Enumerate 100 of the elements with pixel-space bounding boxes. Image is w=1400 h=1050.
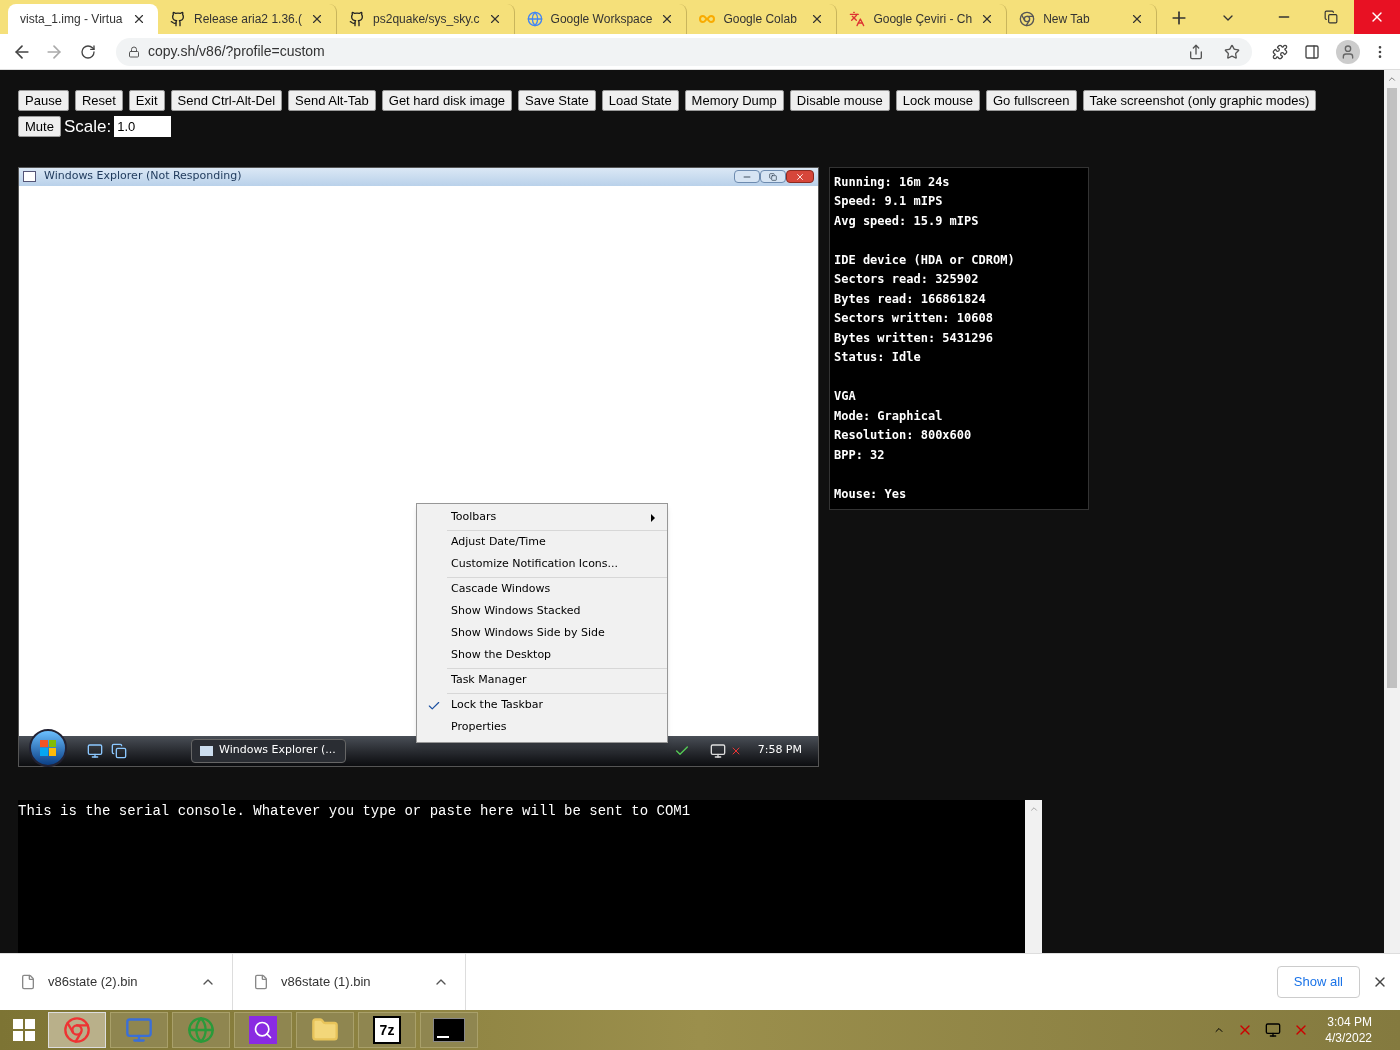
taskbar-app[interactable]: 7z xyxy=(358,1012,416,1048)
file-name: v86state (2).bin xyxy=(48,973,139,992)
menu-item-label: Cascade Windows xyxy=(451,581,552,598)
tab-title: Google Workspace xyxy=(550,11,653,28)
reload-icon[interactable] xyxy=(80,43,96,60)
restore-icon[interactable] xyxy=(1324,10,1338,24)
toolbar-button[interactable]: Load State xyxy=(601,90,679,111)
page-scrollbar[interactable] xyxy=(1384,70,1400,953)
desktop-icon[interactable] xyxy=(87,742,103,759)
stat-line: Mode: Graphical xyxy=(834,407,944,425)
file-icon xyxy=(20,974,36,990)
browser-tab[interactable]: vista_1.img - Virtua xyxy=(8,4,158,34)
toolbar-button[interactable]: Disable mouse xyxy=(789,90,890,111)
console-scrollbar[interactable] xyxy=(1025,799,1042,953)
toolbar-button[interactable]: Lock mouse xyxy=(895,90,980,111)
toolbar-button[interactable]: Send Ctrl-Alt-Del xyxy=(170,90,283,111)
menu-item[interactable]: Lock the Taskbar xyxy=(417,694,667,717)
toolbar-button[interactable]: Pause xyxy=(18,90,69,111)
menu-item[interactable]: Show Windows Stacked xyxy=(417,600,667,623)
toolbar-button[interactable]: Reset xyxy=(74,90,123,111)
serial-console[interactable]: This is the serial console. Whatever you type or paste here will be sent to COM1 xyxy=(18,799,1042,953)
minimize-button[interactable] xyxy=(734,170,760,183)
address-bar[interactable]: copy.sh/v86/?profile=custom xyxy=(116,37,1252,66)
switch-windows-icon[interactable] xyxy=(111,742,127,759)
archive-logo: 7z xyxy=(373,1016,401,1044)
tab-title: Release aria2 1.36.( xyxy=(194,11,303,28)
taskbar-app[interactable] xyxy=(420,1012,478,1048)
scale-input[interactable]: 1.0 xyxy=(114,116,172,138)
lock-icon[interactable] xyxy=(128,45,140,58)
share-icon[interactable] xyxy=(1188,43,1204,60)
stat-line: Bytes read: 166861824 xyxy=(834,290,987,308)
tab-title: Google Çeviri - Ch xyxy=(873,11,973,28)
window-title: Windows Explorer (Not Responding) xyxy=(44,168,242,185)
stat-line: Running: 16m 24s xyxy=(834,173,951,191)
magnifier-icon xyxy=(249,1016,277,1044)
bookmark-star-icon[interactable] xyxy=(1224,43,1240,60)
stat-line: BPP: 32 xyxy=(834,446,886,464)
menu-item-label: Lock the Taskbar xyxy=(451,697,545,714)
file-name: v86state (1).bin xyxy=(281,973,372,992)
menu-item[interactable]: Show the Desktop xyxy=(417,644,667,667)
toolbar-button[interactable]: Mute xyxy=(18,116,61,138)
translate-icon xyxy=(849,11,866,27)
start-orb[interactable] xyxy=(29,728,67,767)
toolbar-button[interactable]: Send Alt-Tab xyxy=(288,90,376,111)
menu-item-label: Show Windows Stacked xyxy=(451,603,582,620)
stat-line: Speed: 9.1 mIPS xyxy=(834,193,944,210)
computer-icon xyxy=(125,1016,153,1044)
menu-item[interactable]: Toolbars xyxy=(417,506,667,529)
scrollbar-thumb[interactable] xyxy=(1387,88,1397,688)
window-icon xyxy=(23,171,36,182)
menu-item-label: Customize Notification Icons... xyxy=(451,556,620,573)
menu-item-label: Show Windows Side by Side xyxy=(451,625,606,642)
extensions-icon[interactable] xyxy=(1272,43,1288,60)
close-icon xyxy=(795,171,805,182)
tab-title: ps2quake/sys_sky.c xyxy=(373,11,480,28)
menu-item[interactable]: Show Windows Side by Side xyxy=(417,622,667,645)
tab-title: vista_1.img - Virtua xyxy=(20,11,124,28)
chrome-icon xyxy=(63,1016,91,1044)
stat-line: Status: Idle xyxy=(834,349,922,366)
network-icon[interactable] xyxy=(709,742,726,759)
clock-date: 4/3/2022 xyxy=(1325,1030,1372,1046)
stat-line: Avg speed: 15.9 mIPS xyxy=(834,212,980,230)
folder-icon xyxy=(311,1016,339,1044)
scale-label: Scale: xyxy=(63,116,112,138)
chrome-icon xyxy=(1019,11,1036,27)
vm-screen[interactable] xyxy=(18,166,819,767)
github-icon xyxy=(170,11,186,27)
clock-time: 3:04 PM xyxy=(1327,1014,1372,1030)
side-panel-icon[interactable] xyxy=(1304,43,1320,60)
file-icon xyxy=(253,974,269,990)
toolbar-button[interactable]: Exit xyxy=(128,90,165,111)
toolbar-button[interactable]: Get hard disk image xyxy=(381,90,513,111)
toolbar-button[interactable]: Go fullscreen xyxy=(985,90,1077,111)
menu-item-label: Task Manager xyxy=(451,672,528,689)
toolbar-button[interactable]: Memory Dump xyxy=(684,90,784,111)
show-all-button[interactable]: Show all xyxy=(1276,966,1360,998)
profile-avatar[interactable] xyxy=(1336,39,1360,64)
close-icon[interactable] xyxy=(132,12,146,26)
tab-title: Google Colab xyxy=(723,11,798,28)
console-text: This is the serial console. Whatever you type or paste here will be sent to COM1 xyxy=(18,801,692,821)
restore-icon xyxy=(769,172,777,181)
vm-clock[interactable]: 7:58 PM xyxy=(757,742,802,759)
menu-item[interactable]: Properties xyxy=(417,716,667,739)
close-button[interactable] xyxy=(786,170,814,183)
url-text: copy.sh/v86/?profile=custom xyxy=(148,42,325,61)
taskbar-task[interactable]: Windows Explorer (... xyxy=(191,738,346,763)
system-clock[interactable]: 3:04 PM 4/3/2022 xyxy=(1325,1014,1400,1046)
stat-line: Mouse: Yes xyxy=(834,485,908,503)
menu-item[interactable]: Adjust Date/Time xyxy=(417,531,667,554)
restore-button[interactable] xyxy=(760,170,786,183)
menu-item-label: Toolbars xyxy=(451,509,498,526)
toolbar-button[interactable]: Save State xyxy=(518,90,596,111)
taskbar-app[interactable] xyxy=(234,1012,292,1048)
menu-item[interactable]: Customize Notification Icons... xyxy=(417,553,667,576)
menu-item[interactable]: Task Manager xyxy=(417,669,667,692)
stat-line: Sectors read: 325902 xyxy=(834,271,980,288)
terminal-icon xyxy=(433,1018,465,1042)
menu-item[interactable]: Cascade Windows xyxy=(417,578,667,601)
toolbar-button[interactable]: Take screenshot (only graphic modes) xyxy=(1082,90,1317,111)
menu-item-label: Properties xyxy=(451,719,508,736)
